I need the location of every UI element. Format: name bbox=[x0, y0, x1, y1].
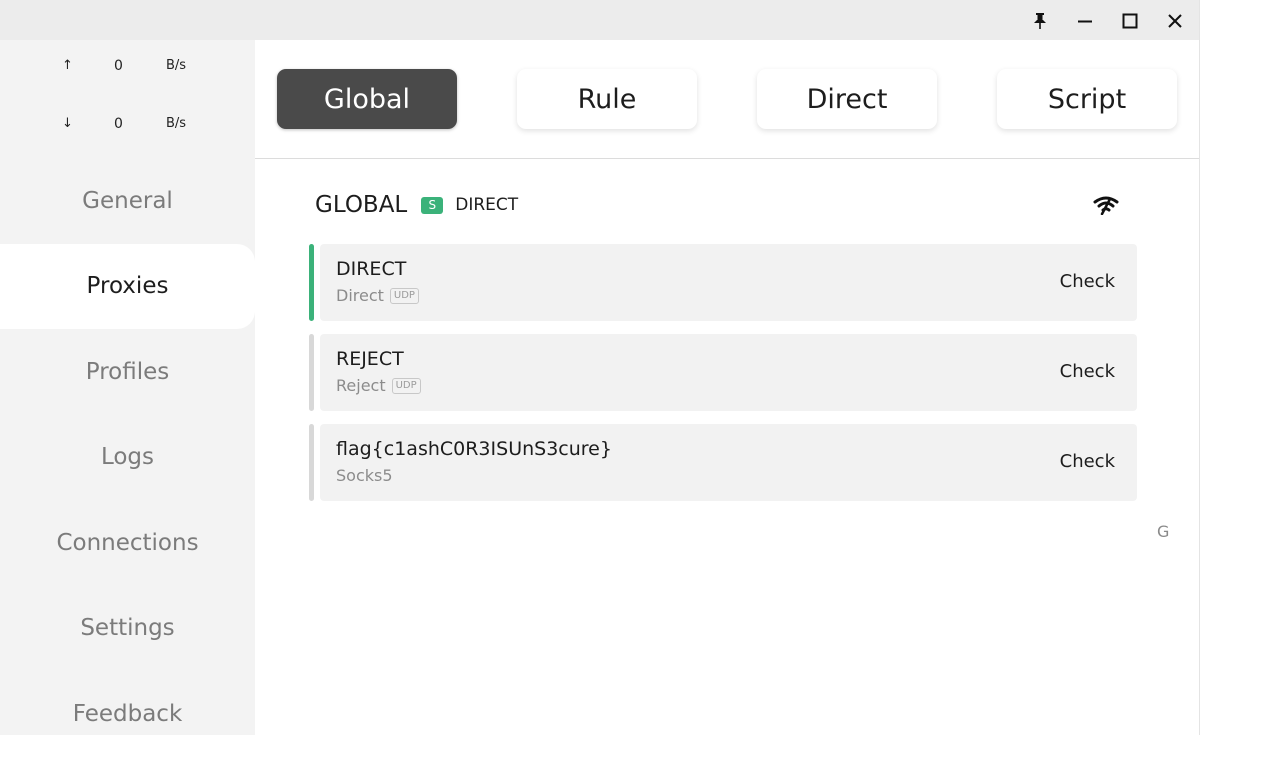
proxy-name: DIRECT bbox=[336, 258, 407, 280]
upload-speed: ↑ 0 B/s bbox=[0, 58, 255, 78]
proxy-card[interactable]: REJECT Reject UDP Check bbox=[320, 334, 1137, 411]
sidebar-item-label: Profiles bbox=[85, 358, 170, 385]
sidebar-item-general[interactable]: General bbox=[0, 158, 255, 244]
proxy-item-flag[interactable]: flag{c1ashC0R3ISUnS3cure} Socks5 Check bbox=[309, 424, 1137, 501]
upload-arrow-icon: ↑ bbox=[62, 58, 73, 73]
proxy-type: Direct UDP bbox=[336, 286, 419, 305]
main-panel: Global Rule Direct Script GLOBAL S DIREC… bbox=[255, 40, 1199, 735]
sidebar-item-profiles[interactable]: Profiles bbox=[0, 329, 255, 415]
proxy-type-label: Socks5 bbox=[336, 466, 393, 485]
traffic-speed: ↑ 0 B/s ↓ 0 B/s bbox=[0, 40, 255, 159]
sidebar-item-settings[interactable]: Settings bbox=[0, 586, 255, 672]
close-icon[interactable] bbox=[1164, 10, 1186, 32]
mode-direct-button[interactable]: Direct bbox=[757, 69, 937, 129]
sidebar-item-connections[interactable]: Connections bbox=[0, 500, 255, 586]
download-arrow-icon: ↓ bbox=[62, 116, 73, 131]
sidebar-item-label: Logs bbox=[100, 444, 155, 471]
proxy-type: Socks5 bbox=[336, 466, 393, 485]
proxy-group-header[interactable]: GLOBAL S DIRECT bbox=[315, 190, 1135, 220]
sidebar-item-label: Connections bbox=[56, 529, 199, 556]
group-name: GLOBAL bbox=[315, 192, 408, 218]
selected-indicator bbox=[309, 244, 314, 321]
proxy-type-label: Direct bbox=[336, 286, 384, 305]
check-button[interactable]: Check bbox=[1060, 361, 1115, 382]
proxy-name: flag{c1ashC0R3ISUnS3cure} bbox=[336, 438, 612, 460]
download-value: 0 bbox=[114, 116, 123, 132]
sidebar-item-label: General bbox=[82, 187, 173, 214]
mode-global-button[interactable]: Global bbox=[277, 69, 457, 129]
proxy-card[interactable]: flag{c1ashC0R3ISUnS3cure} Socks5 Check bbox=[320, 424, 1137, 501]
mode-switcher: Global Rule Direct Script bbox=[255, 40, 1199, 159]
upload-value: 0 bbox=[114, 58, 123, 74]
minimize-icon[interactable] bbox=[1074, 10, 1096, 32]
group-current-proxy: DIRECT bbox=[455, 195, 519, 215]
title-bar[interactable] bbox=[0, 0, 1199, 40]
udp-badge: UDP bbox=[391, 377, 421, 394]
proxy-item-reject[interactable]: REJECT Reject UDP Check bbox=[309, 334, 1137, 411]
app-window: ↑ 0 B/s ↓ 0 B/s General Proxies Profiles… bbox=[0, 0, 1200, 735]
upload-unit: B/s bbox=[166, 58, 187, 73]
check-button[interactable]: Check bbox=[1060, 451, 1115, 472]
sidebar-item-proxies[interactable]: Proxies bbox=[0, 243, 255, 329]
mode-script-button[interactable]: Script bbox=[997, 69, 1177, 129]
sidebar-item-feedback[interactable]: Feedback bbox=[0, 671, 255, 757]
proxy-type: Reject UDP bbox=[336, 376, 421, 395]
check-button[interactable]: Check bbox=[1060, 271, 1115, 292]
sidebar: ↑ 0 B/s ↓ 0 B/s General Proxies Profiles… bbox=[0, 40, 255, 735]
download-unit: B/s bbox=[166, 116, 187, 131]
sidebar-nav: General Proxies Profiles Logs Connection… bbox=[0, 158, 255, 757]
selected-indicator bbox=[309, 334, 314, 411]
sidebar-item-label: Settings bbox=[80, 615, 175, 642]
selector-badge: S bbox=[421, 196, 444, 214]
wifi-icon[interactable] bbox=[1093, 195, 1119, 216]
selected-indicator bbox=[309, 424, 314, 501]
proxy-card[interactable]: DIRECT Direct UDP Check bbox=[320, 244, 1137, 321]
download-speed: ↓ 0 B/s bbox=[0, 116, 255, 136]
udp-badge: UDP bbox=[389, 287, 419, 304]
sidebar-item-label: Feedback bbox=[72, 700, 183, 727]
sidebar-item-logs[interactable]: Logs bbox=[0, 415, 255, 501]
pin-icon[interactable] bbox=[1029, 10, 1051, 32]
proxy-type-label: Reject bbox=[336, 376, 386, 395]
mode-rule-button[interactable]: Rule bbox=[517, 69, 697, 129]
proxy-name: REJECT bbox=[336, 348, 404, 370]
maximize-icon[interactable] bbox=[1119, 10, 1141, 32]
sidebar-item-label: Proxies bbox=[86, 273, 169, 300]
group-index-letter[interactable]: G bbox=[1157, 522, 1169, 541]
proxy-item-direct[interactable]: DIRECT Direct UDP Check bbox=[309, 244, 1137, 321]
